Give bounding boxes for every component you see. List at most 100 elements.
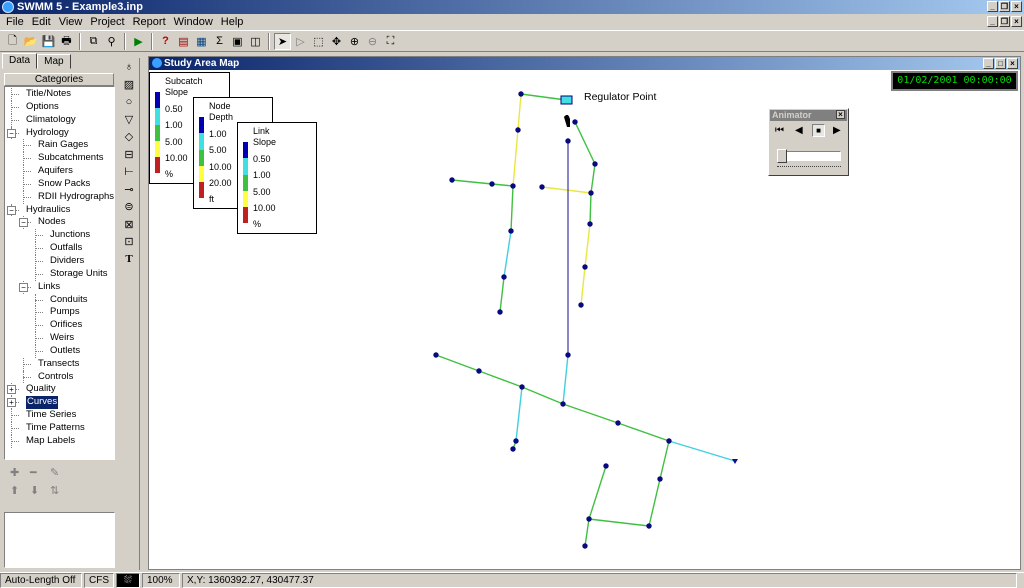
junction-node[interactable] [666, 438, 672, 444]
auto-length-status[interactable]: Auto-Length Off [0, 573, 82, 588]
full-extent-icon[interactable]: ⛶ [382, 33, 399, 50]
tree-item-rain-gages[interactable]: Rain Gages [5, 139, 114, 153]
tree-item-conduits[interactable]: Conduits [5, 293, 114, 307]
conduit-link[interactable] [521, 386, 564, 405]
junction-node[interactable] [508, 228, 514, 234]
map-maximize-button[interactable]: □ [995, 58, 1006, 69]
tree-item-nodes[interactable]: − Nodes [5, 216, 114, 230]
conduit-link[interactable] [562, 403, 619, 424]
conduit-link[interactable] [584, 223, 591, 268]
conduit-link[interactable] [659, 440, 670, 480]
junction-node[interactable] [592, 161, 598, 167]
junction-node[interactable] [515, 127, 521, 133]
junction-node[interactable] [582, 543, 588, 549]
tab-map[interactable]: Map [37, 54, 71, 69]
table-icon[interactable]: ▦ [193, 33, 210, 50]
tree-item-weirs[interactable]: Weirs [5, 332, 114, 345]
divider-tool-icon[interactable]: ◇ [120, 128, 138, 146]
stop-icon[interactable]: ■ [812, 124, 825, 137]
play-forward-icon[interactable]: ▶ [833, 125, 841, 136]
print-icon[interactable]: 🖶 [58, 33, 75, 50]
tree-item-controls[interactable]: Controls [5, 370, 114, 384]
conduit-link[interactable] [515, 386, 523, 442]
flow-units-status[interactable]: CFS [84, 573, 114, 588]
minimize-button[interactable]: _ [987, 1, 998, 12]
junction-node[interactable] [476, 368, 482, 374]
conduit-link[interactable] [590, 163, 596, 194]
query-icon[interactable]: ? [157, 33, 174, 50]
conduit-link[interactable] [541, 186, 592, 194]
text-label-tool-icon[interactable]: T [120, 251, 138, 269]
tree-item-snow-packs[interactable]: Snow Packs [5, 177, 114, 191]
junction-node[interactable] [433, 352, 439, 358]
rewind-icon[interactable]: ⏮ [775, 125, 784, 136]
arrange-windows-icon[interactable]: ◫ [247, 33, 264, 50]
tree-item-storage-units[interactable]: Storage Units [5, 267, 114, 281]
junction-node[interactable] [539, 184, 545, 190]
conduit-link[interactable] [648, 478, 661, 527]
mdi-close-button[interactable]: × [1011, 16, 1022, 27]
expand-icon[interactable]: + [7, 385, 16, 395]
conduit-link[interactable] [499, 276, 505, 313]
options-icon[interactable]: ▣ [229, 33, 246, 50]
storage-unit-tool-icon[interactable]: ⊟ [120, 146, 138, 164]
junction-node[interactable] [497, 309, 503, 315]
mdi-restore-button[interactable]: ❐ [999, 16, 1010, 27]
conduit-link[interactable] [584, 518, 590, 547]
mdi-minimize-button[interactable]: _ [987, 16, 998, 27]
junction-node[interactable] [518, 91, 524, 97]
select-region-icon[interactable]: ⬚ [310, 33, 327, 50]
junction-node[interactable] [572, 119, 578, 125]
junction-node[interactable] [587, 221, 593, 227]
move-up-icon[interactable]: ⬆ [10, 484, 19, 497]
tree-item-pumps[interactable]: Pumps [5, 306, 114, 320]
collapse-icon[interactable]: − [7, 205, 16, 215]
edit-object-icon[interactable]: ✎ [50, 466, 59, 479]
step-back-icon[interactable]: ◀ [795, 125, 803, 136]
conduit-link[interactable] [503, 230, 512, 278]
close-button[interactable]: × [1011, 1, 1022, 12]
statistics-sigma-icon[interactable]: Σ [211, 33, 228, 50]
category-tree[interactable]: Title/Notes Options Climatology − Hydrology R… [4, 86, 115, 460]
tree-item-rdii-hydrographs[interactable]: RDII Hydrographs [5, 190, 114, 204]
pump-icon[interactable] [564, 114, 570, 127]
storage-unit-node[interactable] [560, 95, 573, 105]
outlet-tool-icon[interactable]: ⊡ [120, 233, 138, 251]
conduit-link[interactable] [512, 129, 519, 187]
tree-item-time-patterns[interactable]: Time Patterns [5, 421, 114, 435]
junction-node[interactable] [565, 138, 571, 144]
junction-node[interactable] [657, 476, 663, 482]
conduit-link[interactable] [510, 185, 514, 232]
junction-node[interactable] [586, 516, 592, 522]
copy-icon[interactable]: ⧉ [85, 33, 102, 50]
junction-node[interactable] [615, 420, 621, 426]
junction-node[interactable] [449, 177, 455, 183]
save-icon[interactable]: 💾 [40, 33, 57, 50]
conduit-link[interactable] [478, 370, 523, 388]
delete-object-icon[interactable]: ━ [30, 466, 37, 479]
run-simulation-icon[interactable]: ▶ [130, 33, 147, 50]
tree-item-hydrology[interactable]: − Hydrology [5, 126, 114, 140]
tab-data[interactable]: Data [2, 53, 38, 69]
graph-icon[interactable]: ▤ [175, 33, 192, 50]
tree-item-hydraulics[interactable]: − Hydraulics [5, 203, 114, 217]
tree-item-transects[interactable]: Transects [5, 357, 114, 371]
tree-item-outlets[interactable]: Outlets [5, 344, 114, 358]
conduit-link[interactable] [580, 266, 586, 306]
conduit-link[interactable] [520, 93, 567, 101]
conduit-tool-icon[interactable]: ⊢ [120, 163, 138, 181]
slider-thumb[interactable] [777, 149, 787, 163]
pan-icon[interactable]: ✥ [328, 33, 345, 50]
conduit-link[interactable] [668, 440, 736, 462]
collapse-icon[interactable]: − [19, 282, 28, 292]
tree-item-map-labels[interactable]: Map Labels [5, 434, 114, 448]
outfall-node[interactable] [732, 459, 738, 464]
map-close-button[interactable]: × [1007, 58, 1018, 69]
sort-icon[interactable]: ⇅ [50, 484, 59, 497]
move-down-icon[interactable]: ⬇ [30, 484, 39, 497]
junction-node[interactable] [510, 183, 516, 189]
outfall-tool-icon[interactable]: ▽ [120, 111, 138, 129]
junction-node[interactable] [582, 264, 588, 270]
junction-node[interactable] [501, 274, 507, 280]
collapse-icon[interactable]: − [7, 128, 16, 138]
